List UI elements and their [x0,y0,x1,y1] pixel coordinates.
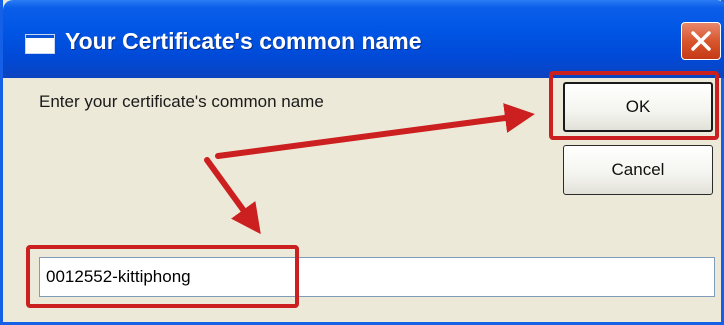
close-icon [691,31,711,51]
title-bar[interactable]: Your Certificate's common name [3,0,724,78]
dialog-window: Your Certificate's common name Enter you… [0,0,724,325]
screenshot-stage: Your Certificate's common name Enter you… [0,0,724,325]
ok-button[interactable]: OK [563,82,713,132]
close-button[interactable] [681,22,721,60]
cancel-button[interactable]: Cancel [563,145,713,195]
window-icon [25,34,55,54]
common-name-input[interactable] [39,257,715,297]
prompt-label: Enter your certificate's common name [39,92,324,111]
dialog-title: Your Certificate's common name [65,28,422,54]
